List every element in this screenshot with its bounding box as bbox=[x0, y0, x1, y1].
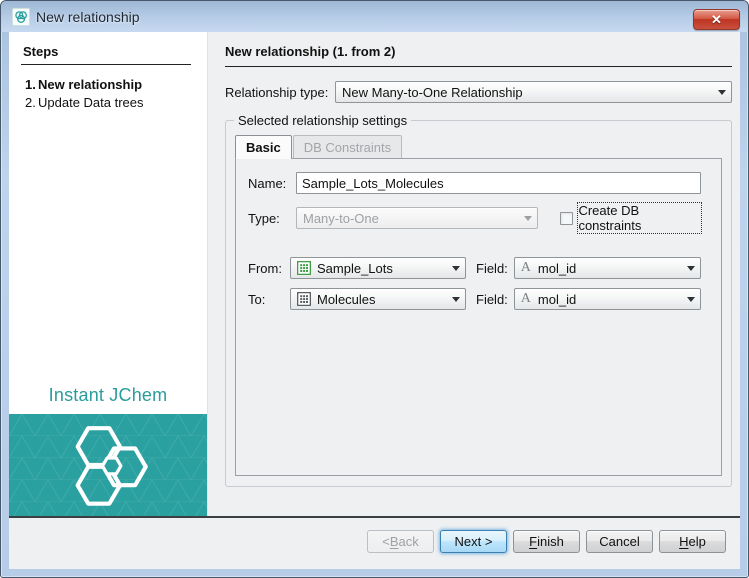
from-field-label: Field: bbox=[476, 261, 508, 276]
dialog-window: New relationship ✕ Steps 1. New relation… bbox=[0, 0, 749, 578]
chevron-down-icon bbox=[524, 216, 532, 221]
brand-banner bbox=[9, 414, 207, 516]
cancel-button[interactable]: Cancel bbox=[586, 530, 653, 553]
groupbox-label: Selected relationship settings bbox=[234, 113, 411, 128]
to-table-value: Molecules bbox=[317, 292, 376, 307]
field-type-icon: A bbox=[521, 291, 531, 307]
to-field-select[interactable]: A mol_id bbox=[514, 288, 701, 310]
step-number: 1. bbox=[17, 77, 38, 92]
create-db-constraints-label[interactable]: Create DB constraints bbox=[578, 203, 701, 233]
label-part: < bbox=[382, 534, 390, 549]
from-table-select[interactable]: Sample_Lots bbox=[290, 257, 466, 279]
name-row: Name: bbox=[248, 172, 701, 194]
close-icon: ✕ bbox=[711, 13, 722, 26]
from-field-value: mol_id bbox=[538, 261, 576, 276]
label-part: H bbox=[679, 534, 688, 549]
relationship-type-value: New Many-to-One Relationship bbox=[342, 85, 523, 100]
step-item-update-data-trees: 2. Update Data trees bbox=[17, 95, 195, 110]
type-value: Many-to-One bbox=[303, 211, 379, 226]
field-type-icon: A bbox=[521, 260, 531, 276]
brand-name: Instant JChem bbox=[9, 377, 207, 414]
create-db-constraints-group: Create DB constraints bbox=[560, 203, 701, 233]
relationship-type-label: Relationship type: bbox=[225, 85, 335, 100]
steps-list: Steps 1. New relationship 2. Update Data… bbox=[9, 32, 207, 377]
title-bar[interactable]: New relationship ✕ bbox=[1, 1, 748, 32]
label-part: F bbox=[529, 534, 537, 549]
label-part: Next > bbox=[455, 534, 493, 549]
chevron-down-icon bbox=[452, 266, 460, 271]
to-field-value: mol_id bbox=[538, 292, 576, 307]
hexagon-logo-icon bbox=[60, 419, 156, 511]
window-title: New relationship bbox=[36, 9, 140, 25]
from-table-value: Sample_Lots bbox=[317, 261, 393, 276]
relationship-type-select[interactable]: New Many-to-One Relationship bbox=[335, 81, 732, 103]
type-select[interactable]: Many-to-One bbox=[296, 207, 538, 229]
step-number: 2. bbox=[17, 95, 38, 110]
label-part: B bbox=[390, 534, 399, 549]
to-row: To: bbox=[248, 288, 701, 310]
name-label: Name: bbox=[248, 176, 296, 191]
finish-button[interactable]: Finish bbox=[513, 530, 580, 553]
label-part: Cancel bbox=[599, 534, 639, 549]
tabs-bar: Basic DB Constraints bbox=[235, 135, 722, 158]
step-label: Update Data trees bbox=[38, 95, 144, 110]
chevron-down-icon bbox=[452, 297, 460, 302]
app-logo-icon bbox=[12, 8, 30, 26]
content-row: Steps 1. New relationship 2. Update Data… bbox=[9, 32, 740, 516]
type-label: Type: bbox=[248, 211, 296, 226]
table-icon-green bbox=[297, 261, 311, 275]
steps-sidebar: Steps 1. New relationship 2. Update Data… bbox=[9, 32, 208, 516]
label-part: inish bbox=[537, 534, 564, 549]
type-row: Type: Many-to-One Create DB constraints bbox=[248, 203, 701, 233]
tab-db-constraints[interactable]: DB Constraints bbox=[293, 135, 402, 158]
tab-label: DB Constraints bbox=[304, 140, 391, 155]
page-title: New relationship (1. from 2) bbox=[225, 44, 732, 67]
next-button[interactable]: Next > bbox=[440, 530, 507, 553]
close-button[interactable]: ✕ bbox=[693, 9, 740, 30]
steps-header: Steps bbox=[17, 44, 195, 59]
from-label: From: bbox=[248, 261, 290, 276]
spacer bbox=[248, 242, 701, 257]
back-button[interactable]: < Back bbox=[367, 530, 434, 553]
dialog-body: Steps 1. New relationship 2. Update Data… bbox=[9, 32, 740, 569]
step-item-new-relationship: 1. New relationship bbox=[17, 77, 195, 92]
table-icon-gray bbox=[297, 292, 311, 306]
tab-basic[interactable]: Basic bbox=[235, 135, 292, 158]
create-db-constraints-checkbox[interactable] bbox=[560, 212, 573, 225]
basic-tab-panel: Name: Type: Many-to-One Create DB bbox=[235, 158, 722, 476]
step-label: New relationship bbox=[38, 77, 142, 92]
name-input[interactable] bbox=[296, 172, 701, 194]
button-bar: < Back Next > Finish Cancel Help bbox=[9, 516, 740, 569]
chevron-down-icon bbox=[718, 90, 726, 95]
from-field-select[interactable]: A mol_id bbox=[514, 257, 701, 279]
to-field-label: Field: bbox=[476, 292, 508, 307]
label-part: ack bbox=[399, 534, 419, 549]
main-panel: New relationship (1. from 2) Relationshi… bbox=[208, 32, 740, 516]
steps-divider bbox=[21, 64, 191, 65]
to-table-select[interactable]: Molecules bbox=[290, 288, 466, 310]
help-button[interactable]: Help bbox=[659, 530, 726, 553]
label-part: elp bbox=[689, 534, 706, 549]
relationship-type-row: Relationship type: New Many-to-One Relat… bbox=[225, 81, 732, 103]
chevron-down-icon bbox=[687, 266, 695, 271]
from-row: From: bbox=[248, 257, 701, 279]
to-label: To: bbox=[248, 292, 290, 307]
chevron-down-icon bbox=[687, 297, 695, 302]
tab-label: Basic bbox=[246, 140, 281, 155]
relationship-settings-groupbox: Selected relationship settings Basic DB … bbox=[225, 120, 732, 487]
